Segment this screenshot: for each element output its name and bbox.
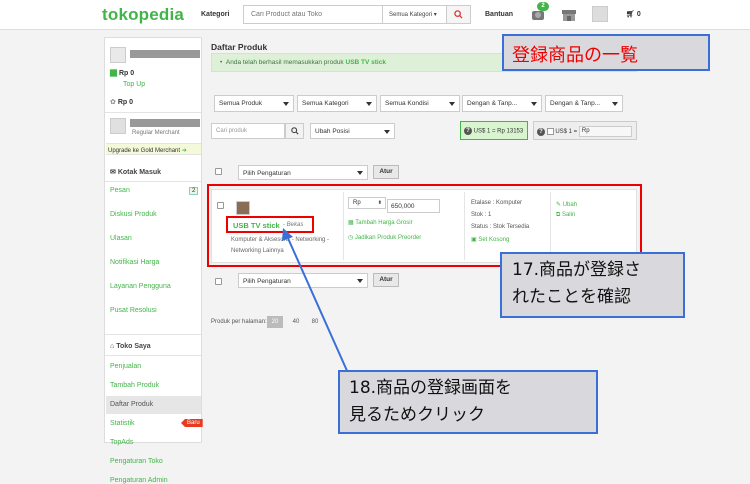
sidebar-item[interactable]: Pengaturan Toko — [110, 458, 163, 465]
sidebar-item-label: Pengaturan Toko — [110, 458, 163, 465]
sidebar-item[interactable]: Pengaturan Admin — [110, 477, 168, 484]
annotation-step18-line1: 18.商品の登録画面を — [349, 378, 513, 398]
annotation-step18-callout: 18.商品の登録画面を 見るためクリック — [338, 370, 598, 434]
annotation-step18-line2: 見るためクリック — [349, 405, 485, 425]
sidebar-item-label: Pengaturan Admin — [110, 477, 168, 484]
